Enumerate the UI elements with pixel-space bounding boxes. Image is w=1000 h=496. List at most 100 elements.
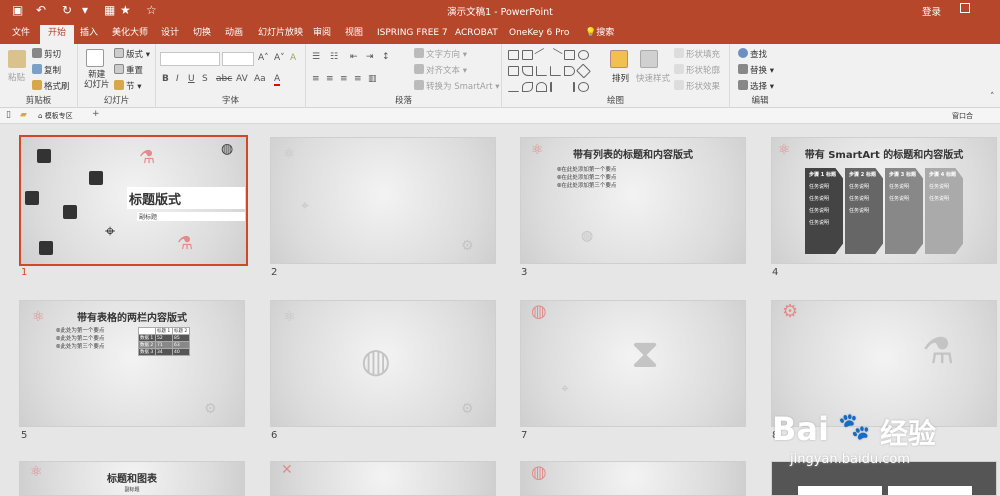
decrease-indent-button[interactable]: ⇤ — [350, 52, 358, 62]
tab-transitions[interactable]: 切换 — [185, 25, 219, 44]
align-right-button[interactable]: ≡ — [340, 74, 348, 84]
change-case-button[interactable]: Aa — [254, 74, 266, 84]
slide-thumbnail-9[interactable]: ⚛ 标题和图表 副标题 — [19, 461, 245, 496]
font-name-input[interactable] — [160, 52, 220, 66]
numbering-button[interactable]: ☷ — [330, 52, 338, 62]
brace-shape-icon[interactable] — [564, 82, 575, 92]
layout-button[interactable]: 版式 ▾ — [114, 48, 150, 60]
italic-button[interactable]: I — [176, 74, 179, 84]
font-size-input[interactable] — [222, 52, 254, 66]
slide-thumbnail-10[interactable]: ✕ — [270, 461, 496, 496]
find-button[interactable]: 查找 — [738, 48, 767, 60]
paste-icon[interactable] — [8, 50, 26, 68]
tool-icon — [63, 205, 77, 219]
line-shape-icon[interactable] — [534, 47, 549, 63]
tab-view[interactable]: 视图 — [337, 25, 371, 44]
textbox-shape-icon[interactable] — [508, 50, 519, 60]
tab-slideshow[interactable]: 幻灯片放映 — [250, 25, 311, 44]
slide-thumbnail-11[interactable]: ◍ — [520, 461, 746, 496]
slide-thumbnail-4[interactable]: ⚛ 带有 SmartArt 的标题和内容版式 — [771, 137, 997, 264]
slide-thumbnail-3[interactable]: ⚛ 带有列表的标题和内容版式 ⦾在此处添加第一个要点 ⦾在此处添加第二个要点 ⦾… — [520, 137, 746, 264]
rectangle-shape-icon[interactable] — [522, 50, 533, 60]
rectangle-shape-icon[interactable] — [508, 66, 519, 76]
window-button[interactable]: 窗口合 — [952, 111, 973, 121]
shrink-font-button[interactable]: A˅ — [274, 53, 285, 63]
template-area-tab[interactable]: ⌂ 模板专区 — [38, 111, 73, 121]
add-tab-button[interactable]: + — [92, 109, 100, 119]
tab-review[interactable]: 审阅 — [305, 25, 339, 44]
shape-effects-button[interactable]: 形状效果 — [674, 80, 720, 92]
align-text-button[interactable]: 对齐文本 ▾ — [414, 64, 467, 76]
slide-thumbnail-1[interactable]: ⚗ ⚗ ⌖ ◍ 标题版式 副标题 — [19, 135, 248, 266]
curve-shape-icon[interactable] — [508, 82, 519, 92]
replace-button[interactable]: 替换 ▾ — [738, 64, 774, 76]
ribbon-options-icon[interactable] — [960, 3, 970, 13]
slide-thumbnail-5[interactable]: ⚛ 带有表格的两栏内容版式 ⦾此处为第一个要点 ⦾此处为第二个要点 ⦾此处为第三… — [19, 300, 245, 427]
smartart-button[interactable]: 转换为 SmartArt ▾ — [414, 80, 500, 92]
increase-indent-button[interactable]: ⇥ — [366, 52, 374, 62]
document-icon[interactable]: ▯ — [6, 110, 11, 120]
connector-shape-icon[interactable] — [536, 66, 547, 76]
cut-button[interactable]: 剪切 — [32, 48, 61, 60]
tab-ispring[interactable]: ISPRING FREE 7 — [369, 25, 456, 44]
grow-font-button[interactable]: A˄ — [258, 53, 269, 63]
char-spacing-button[interactable]: AV — [236, 74, 248, 84]
clear-format-button[interactable]: A — [290, 53, 296, 63]
copy-button[interactable]: 复制 — [32, 64, 61, 76]
quick-styles-icon[interactable] — [640, 50, 658, 68]
square-shape-icon[interactable] — [564, 50, 575, 60]
oval-shape-icon[interactable] — [578, 50, 589, 60]
arrange-icon[interactable] — [610, 50, 628, 68]
strikethrough-button[interactable]: abc — [216, 74, 232, 84]
tab-meihua[interactable]: 美化大师 — [104, 25, 156, 44]
shape-outline-button[interactable]: 形状轮廓 — [674, 64, 720, 76]
arrow-shape-icon[interactable] — [564, 66, 575, 76]
new-slide-button[interactable]: 新建 幻灯片 — [84, 70, 110, 90]
tab-home[interactable]: 开始 — [40, 25, 75, 44]
paste-button[interactable]: 粘贴 — [8, 71, 25, 83]
arrange-button[interactable]: 排列 — [612, 72, 629, 84]
slide-thumbnail-8[interactable]: ⚙ ⚗ — [771, 300, 997, 427]
folder-icon[interactable]: ▰ — [20, 110, 27, 120]
shape-fill-button[interactable]: 形状填充 — [674, 48, 720, 60]
tab-design[interactable]: 设计 — [153, 25, 187, 44]
tab-file[interactable]: 文件 — [4, 25, 38, 44]
font-color-button[interactable]: A — [274, 74, 281, 86]
triangle-shape-icon[interactable] — [522, 66, 533, 76]
underline-button[interactable]: U — [188, 74, 195, 84]
connector-shape-icon[interactable] — [550, 66, 561, 76]
select-button[interactable]: 选择 ▾ — [738, 80, 774, 92]
collapse-ribbon-icon[interactable]: ˄ — [990, 92, 995, 102]
reset-button[interactable]: 重置 — [114, 64, 143, 76]
line-shape-icon[interactable] — [548, 47, 563, 63]
bold-button[interactable]: B — [162, 74, 169, 84]
tab-onekey[interactable]: OneKey 6 Pro — [501, 25, 577, 44]
quick-styles-button[interactable]: 快速样式 — [636, 72, 670, 84]
login-link[interactable]: 登录 — [922, 4, 941, 18]
title-placeholder: 标题版式 — [127, 187, 245, 209]
tab-animations[interactable]: 动画 — [217, 25, 251, 44]
shadow-button[interactable]: S — [202, 74, 208, 84]
arc-shape-icon[interactable] — [536, 82, 547, 92]
format-painter-button[interactable]: 格式刷 — [32, 80, 70, 92]
align-left-button[interactable]: ≡ — [312, 74, 320, 84]
table-cell: 数据 3 — [138, 348, 156, 356]
bracket-shape-icon[interactable] — [550, 82, 561, 92]
tab-acrobat[interactable]: ACROBAT — [447, 25, 506, 44]
star-shape-icon[interactable] — [578, 82, 589, 92]
justify-button[interactable]: ≡ — [354, 74, 362, 84]
new-slide-icon[interactable] — [86, 49, 104, 67]
slide-thumbnail-2[interactable]: ⚛ ⌖ ⚙ — [270, 137, 496, 264]
diamond-shape-icon[interactable] — [576, 63, 591, 79]
curve-shape-icon[interactable] — [522, 82, 533, 92]
line-spacing-button[interactable]: ↕ — [382, 52, 390, 62]
slide-thumbnail-6[interactable]: ⚛ ◍ ⚙ — [270, 300, 496, 427]
text-direction-button[interactable]: 文字方向 ▾ — [414, 48, 467, 60]
align-center-button[interactable]: ≡ — [326, 74, 334, 84]
tell-me-search[interactable]: 💡搜索 — [577, 25, 622, 44]
slide-thumbnail-7[interactable]: ◍ ⧗ ⌖ — [520, 300, 746, 427]
bullets-button[interactable]: ☰ — [312, 52, 320, 62]
columns-button[interactable]: ▥ — [368, 74, 377, 84]
tab-insert[interactable]: 插入 — [72, 25, 106, 44]
section-button[interactable]: 节 ▾ — [114, 80, 141, 92]
